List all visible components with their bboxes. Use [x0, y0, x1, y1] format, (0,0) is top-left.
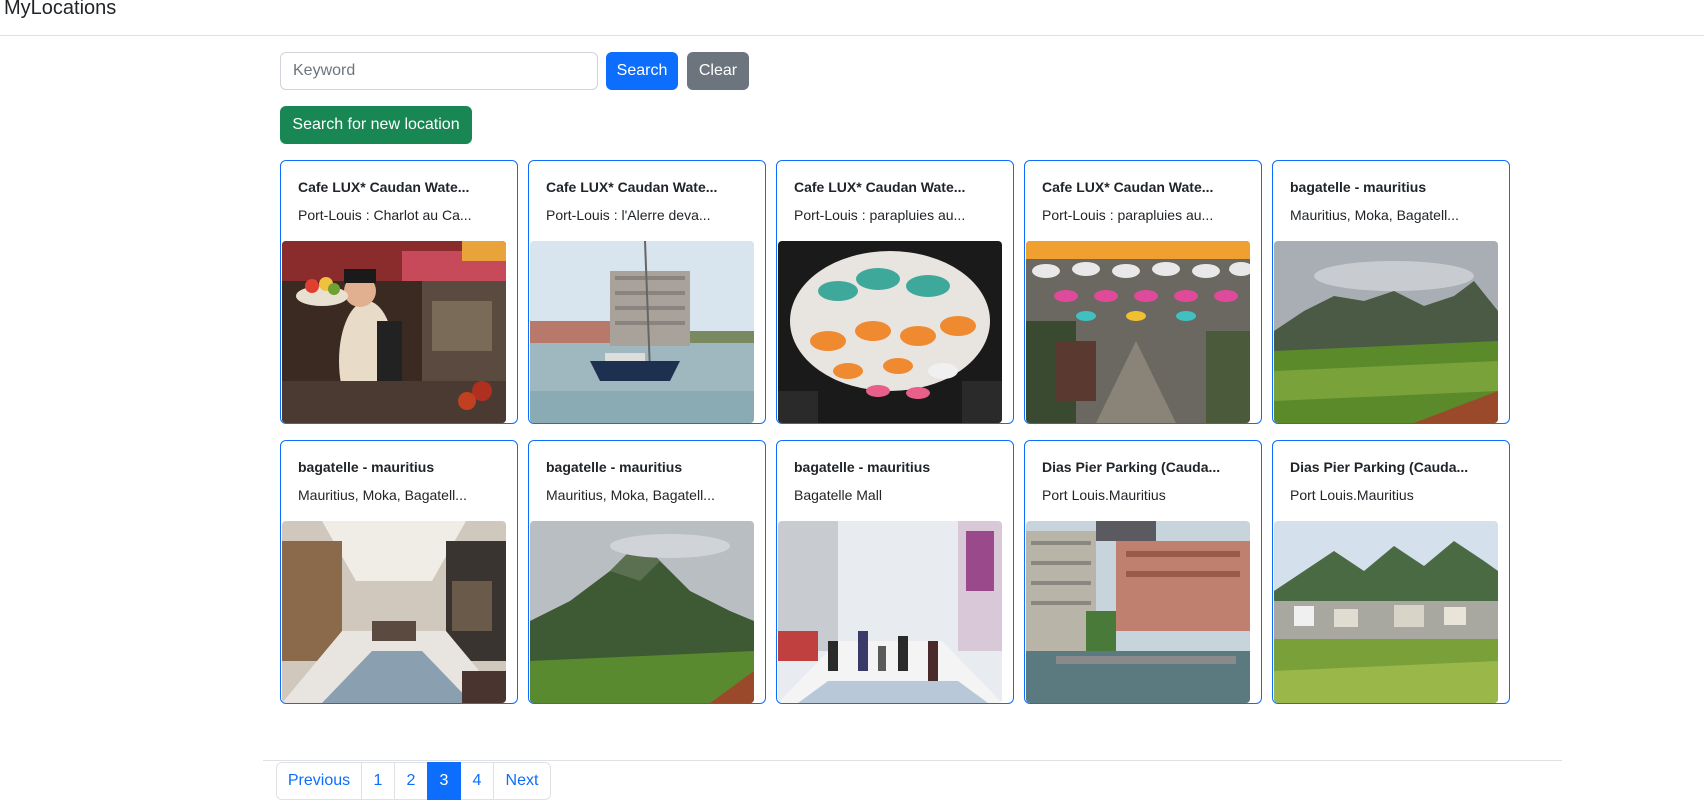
clear-button[interactable]: Clear	[687, 52, 749, 90]
card-subtitle: Mauritius, Moka, Bagatell...	[546, 487, 715, 503]
card-title: Dias Pier Parking (Cauda...	[1290, 459, 1469, 475]
location-card[interactable]: bagatelle - mauritius Mauritius, Moka, B…	[1272, 160, 1510, 424]
card-title: Dias Pier Parking (Cauda...	[1042, 459, 1221, 475]
location-card[interactable]: bagatelle - mauritius Bagatelle Mall	[776, 440, 1014, 704]
navbar: MyLocations	[0, 0, 1704, 36]
location-card[interactable]: Cafe LUX* Caudan Wate... Port-Louis : l'…	[528, 160, 766, 424]
location-photo	[1274, 521, 1498, 703]
card-title: Cafe LUX* Caudan Wate...	[298, 179, 470, 195]
location-photo	[282, 521, 506, 703]
card-subtitle: Bagatelle Mall	[794, 487, 882, 503]
card-subtitle: Mauritius, Moka, Bagatell...	[298, 487, 467, 503]
location-photo	[530, 241, 754, 423]
search-new-location-button[interactable]: Search for new location	[280, 106, 472, 144]
location-photo	[530, 521, 754, 703]
keyword-input[interactable]	[280, 52, 598, 90]
page-3-button[interactable]: 3	[427, 762, 461, 800]
page-1-button[interactable]: 1	[361, 762, 395, 800]
card-subtitle: Port Louis.Mauritius	[1290, 487, 1414, 503]
card-title: bagatelle - mauritius	[298, 459, 435, 475]
next-page-button[interactable]: Next	[493, 762, 551, 800]
page-2-button[interactable]: 2	[394, 762, 428, 800]
card-title: Cafe LUX* Caudan Wate...	[794, 179, 966, 195]
previous-page-button[interactable]: Previous	[276, 762, 362, 800]
location-card[interactable]: Cafe LUX* Caudan Wate... Port-Louis : pa…	[1024, 160, 1262, 424]
card-subtitle: Port-Louis : Charlot au Ca...	[298, 207, 472, 223]
card-title: bagatelle - mauritius	[546, 459, 683, 475]
card-title: Cafe LUX* Caudan Wate...	[1042, 179, 1214, 195]
card-title: Cafe LUX* Caudan Wate...	[546, 179, 718, 195]
location-card[interactable]: Cafe LUX* Caudan Wate... Port-Louis : pa…	[776, 160, 1014, 424]
page-4-button[interactable]: 4	[460, 762, 494, 800]
location-photo	[1026, 241, 1250, 423]
search-button[interactable]: Search	[606, 52, 678, 90]
location-card[interactable]: Dias Pier Parking (Cauda... Port Louis.M…	[1024, 440, 1262, 704]
pagination: Previous 1 2 3 4 Next	[276, 762, 551, 800]
card-title: bagatelle - mauritius	[794, 459, 931, 475]
location-photo	[282, 241, 506, 423]
location-card[interactable]: Dias Pier Parking (Cauda... Port Louis.M…	[1272, 440, 1510, 704]
location-card[interactable]: bagatelle - mauritius Mauritius, Moka, B…	[528, 440, 766, 704]
pagination-divider	[263, 760, 1562, 761]
card-subtitle: Port Louis.Mauritius	[1042, 487, 1166, 503]
location-photo	[778, 241, 1002, 423]
location-photo	[778, 521, 1002, 703]
card-subtitle: Port-Louis : parapluies au...	[794, 207, 966, 223]
card-subtitle: Port-Louis : parapluies au...	[1042, 207, 1214, 223]
card-subtitle: Mauritius, Moka, Bagatell...	[1290, 207, 1459, 223]
brand-link[interactable]: MyLocations	[4, 0, 116, 20]
location-card[interactable]: bagatelle - mauritius Mauritius, Moka, B…	[280, 440, 518, 704]
location-photo	[1026, 521, 1250, 703]
card-subtitle: Port-Louis : l'Alerre deva...	[546, 207, 711, 223]
location-photo	[1274, 241, 1498, 423]
card-title: bagatelle - mauritius	[1290, 179, 1427, 195]
location-card[interactable]: Cafe LUX* Caudan Wate... Port-Louis : Ch…	[280, 160, 518, 424]
